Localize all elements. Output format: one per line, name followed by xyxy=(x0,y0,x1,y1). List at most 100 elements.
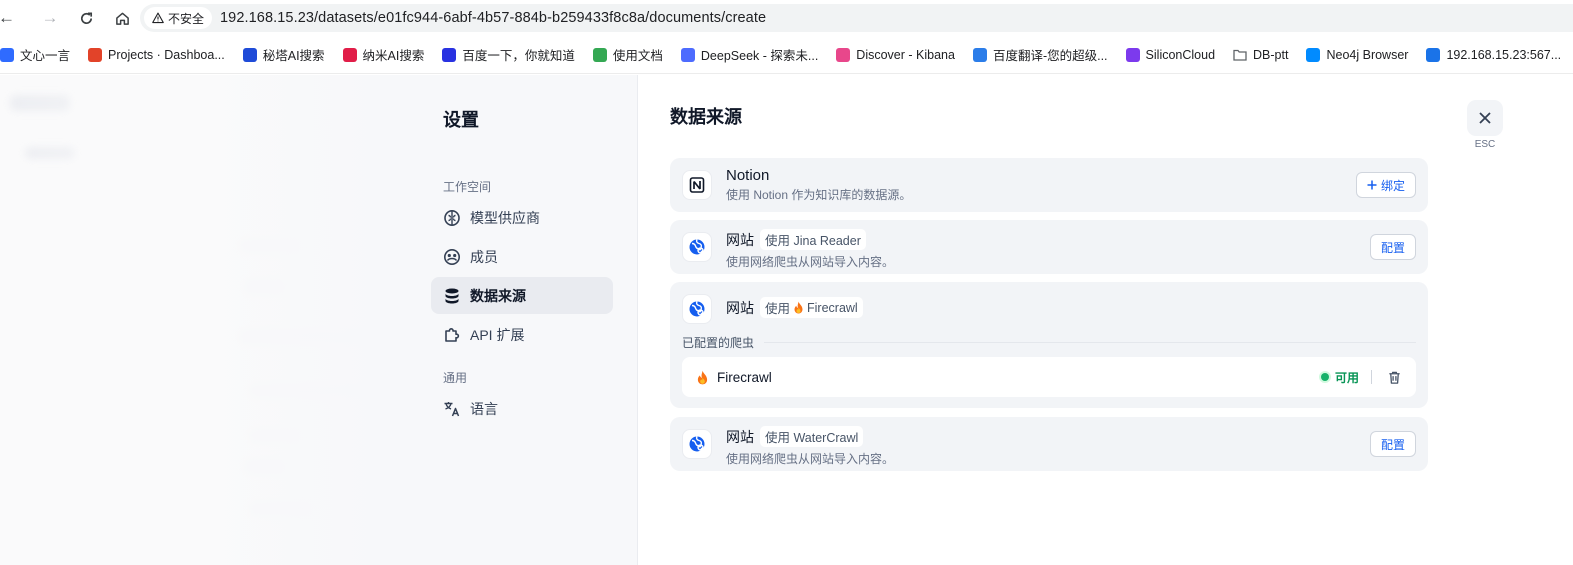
bookmark-label: 文心一言 xyxy=(20,49,71,63)
jina-reader-source-card: 网站 使用 Jina Reader 使用网络爬虫从网站导入内容。 配置 xyxy=(670,220,1428,274)
watercrawl-site-label: 网站 xyxy=(726,428,754,445)
menu-item-members[interactable]: 成员 xyxy=(431,238,613,275)
forward-arrow-icon[interactable]: → xyxy=(32,0,68,36)
workspace-group-label: 工作空间 xyxy=(443,180,492,194)
wenxin-icon xyxy=(0,47,14,62)
bookmark-label: 使用文档 xyxy=(612,49,663,63)
bookmark-label: DB-ptt xyxy=(1253,47,1289,62)
bookmark-item[interactable]: 纳米AI搜索 xyxy=(334,41,434,69)
url-text[interactable]: 192.168.15.23/datasets/e01fc944-6abf-4b5… xyxy=(220,10,766,26)
notion-icon xyxy=(682,170,712,200)
jina-desc: 使用网络爬虫从网站导入内容。 xyxy=(726,255,895,269)
close-button[interactable] xyxy=(1467,100,1503,136)
bookmark-item[interactable]: 百度翻译-您的超级... xyxy=(964,41,1117,69)
bookmark-label: 纳米AI搜索 xyxy=(362,49,425,63)
firecrawl-crawler-row: Firecrawl 可用 xyxy=(682,357,1416,397)
back-arrow-icon[interactable]: ← xyxy=(0,0,16,36)
browser-toolbar: ← → 不安全 192.168.15.23/datasets/e01fc944-… xyxy=(0,0,1573,36)
watercrawl-source-card: 网站 使用 WaterCrawl 使用网络爬虫从网站导入内容。 配置 xyxy=(670,417,1428,471)
bind-notion-button[interactable]: 绑定 xyxy=(1355,172,1416,198)
brain-icon xyxy=(444,209,460,226)
status-dot xyxy=(1320,373,1329,381)
members-icon xyxy=(444,248,460,265)
database-icon xyxy=(445,288,459,303)
site-icon xyxy=(1426,47,1441,62)
bookmark-item[interactable]: Discover - Kibana xyxy=(827,41,964,69)
trash-icon xyxy=(1388,371,1400,384)
metaso-icon xyxy=(242,47,257,62)
status-label: 可用 xyxy=(1334,370,1359,385)
watercrawl-tag: 使用 WaterCrawl xyxy=(760,426,864,447)
translate-icon xyxy=(444,401,460,416)
address-bar[interactable]: 不安全 192.168.15.23/datasets/e01fc944-6abf… xyxy=(140,4,1573,32)
bookmark-label: Discover - Kibana xyxy=(856,47,955,62)
bookmark-item[interactable]: 使用文档 xyxy=(584,41,672,69)
bookmark-label: 秘塔AI搜索 xyxy=(262,49,325,63)
puzzle-icon xyxy=(445,327,460,342)
data-sources-title: 数据来源 xyxy=(670,107,742,127)
website-globe-icon xyxy=(682,232,712,262)
firecrawl-site-label: 网站 xyxy=(726,299,754,316)
close-icon xyxy=(1479,112,1491,124)
reload-icon[interactable] xyxy=(68,0,104,36)
menu-item-language[interactable]: 语言 xyxy=(431,390,613,427)
menu-item-api-extension[interactable]: API 扩展 xyxy=(431,316,613,353)
row-divider xyxy=(1371,370,1372,384)
bookmark-item[interactable]: 文心一言 xyxy=(0,41,79,69)
jina-reader-tag: 使用 Jina Reader xyxy=(760,229,866,250)
menu-item-label: 数据来源 xyxy=(470,287,526,304)
warning-icon xyxy=(152,12,164,24)
bookmark-item[interactable]: Projects · Dashboa... xyxy=(79,41,234,69)
menu-item-data-sources[interactable]: 数据来源 xyxy=(431,277,613,314)
bookmark-item[interactable]: 百度一下，你就知道 xyxy=(433,41,584,69)
tag-name: Firecrawl xyxy=(807,300,858,315)
bookmark-item[interactable]: Neo4j Browser xyxy=(1297,41,1417,69)
bookmark-item[interactable]: DB-ptt xyxy=(1224,41,1297,69)
settings-sidebar: 设置 工作空间 模型供应商 成员 数据来源 API 扩展 通用 语言 xyxy=(0,75,637,565)
bookmark-item[interactable]: 192.168.15.23:567... xyxy=(1417,41,1570,69)
home-icon[interactable] xyxy=(104,0,140,36)
bookmark-label: 百度翻译-您的超级... xyxy=(992,49,1108,63)
esc-hint: ESC xyxy=(1474,139,1496,150)
notion-desc: 使用 Notion 作为知识库的数据源。 xyxy=(726,188,912,202)
menu-item-label: 语言 xyxy=(470,400,498,417)
page-background: 设置 工作空间 模型供应商 成员 数据来源 API 扩展 通用 语言 数据来源 … xyxy=(0,75,1573,565)
siliconcloud-icon xyxy=(1125,47,1140,62)
bind-label: 绑定 xyxy=(1380,178,1405,193)
watercrawl-desc: 使用网络爬虫从网站导入内容。 xyxy=(726,452,895,466)
bookmark-item[interactable]: SiliconCloud xyxy=(1117,41,1224,69)
bookmark-label: 192.168.15.23:567... xyxy=(1446,47,1562,62)
configure-jina-button[interactable]: 配置 xyxy=(1369,234,1416,260)
website-globe-icon xyxy=(682,429,712,459)
bookmark-label: 百度一下，你就知道 xyxy=(462,49,575,63)
neo4j-icon xyxy=(1306,47,1321,62)
general-group-label: 通用 xyxy=(443,371,468,385)
status-badge: 可用 xyxy=(1320,369,1359,386)
plus-icon xyxy=(1367,180,1377,190)
menu-item-label: 成员 xyxy=(470,248,498,265)
bookmark-item[interactable]: 秘塔AI搜索 xyxy=(234,41,334,69)
notion-name: Notion xyxy=(726,167,770,184)
fire-icon xyxy=(794,301,803,314)
deepseek-icon xyxy=(680,47,695,62)
notion-source-card: Notion 使用 Notion 作为知识库的数据源。 绑定 xyxy=(670,158,1428,212)
configured-crawlers-label: 已配置的爬虫 xyxy=(682,336,755,350)
baidu-icon xyxy=(442,47,457,62)
jina-site-label: 网站 xyxy=(726,231,754,248)
firecrawl-tag: 使用 Firecrawl xyxy=(760,297,863,318)
menu-item-model-provider[interactable]: 模型供应商 xyxy=(431,199,613,236)
website-globe-icon xyxy=(682,294,712,324)
fire-icon xyxy=(697,370,708,384)
delete-crawler-button[interactable] xyxy=(1384,367,1404,387)
site-security-chip[interactable]: 不安全 xyxy=(144,7,213,29)
folder-icon xyxy=(1233,48,1247,62)
configure-watercrawl-button[interactable]: 配置 xyxy=(1369,431,1416,457)
doc-leaf-icon xyxy=(592,47,607,62)
bookmarks-bar: 文心一言 Projects · Dashboa... 秘塔AI搜索 纳米AI搜索 百度一… xyxy=(0,36,1573,74)
bookmark-label: SiliconCloud xyxy=(1145,47,1216,62)
bookmark-label: DeepSeek - 探索未... xyxy=(700,49,819,63)
translate-icon xyxy=(972,47,987,62)
menu-item-label: API 扩展 xyxy=(470,326,525,343)
crawler-name: Firecrawl xyxy=(717,369,772,385)
bookmark-item[interactable]: DeepSeek - 探索未... xyxy=(672,41,827,69)
